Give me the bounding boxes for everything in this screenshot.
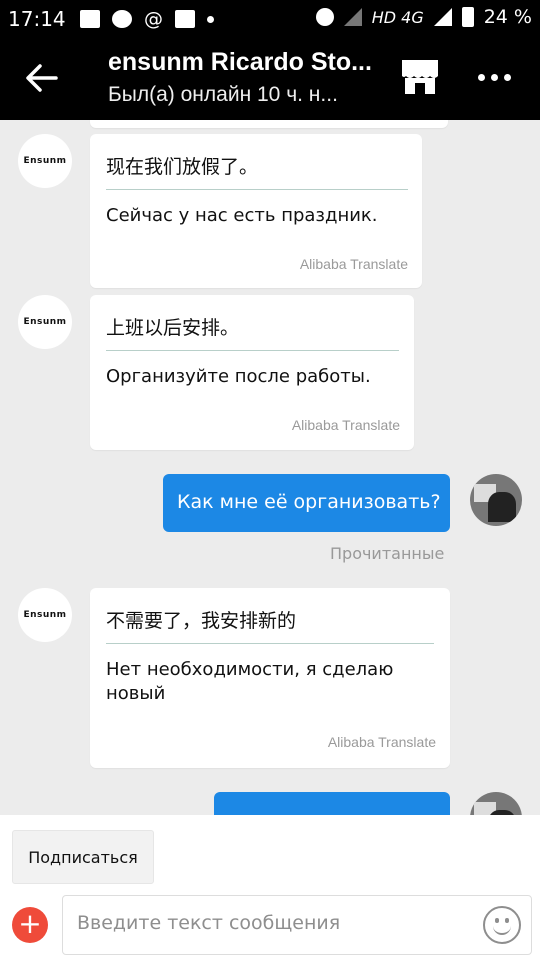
message-translation: Нет необходимости, я сделаю новый: [106, 659, 394, 704]
chat-title-block[interactable]: ensunm Ricardo Sto... Был(а) онлайн 10 ч…: [108, 48, 378, 107]
incoming-message[interactable]: 上班以后安排。 Организуйте после работы. Alibab…: [90, 295, 414, 450]
message-bubble-partial: [90, 120, 448, 128]
translate-tag: Alibaba Translate: [327, 734, 436, 750]
message-original: 上班以后安排。: [106, 317, 240, 339]
more-options-icon[interactable]: [478, 74, 511, 81]
at-icon: @: [144, 8, 163, 30]
outgoing-message[interactable]: Как мне её организовать?: [163, 474, 450, 532]
seller-logo: Ensunm: [23, 609, 67, 620]
user-avatar[interactable]: [470, 792, 522, 815]
notification-icons: @: [80, 8, 214, 30]
system-icons: HD 4G 24 %: [315, 6, 532, 28]
status-time: 17:14: [8, 7, 66, 31]
message-input-placeholder: Введите текст сообщения: [77, 912, 341, 934]
battery-icon: [461, 7, 474, 27]
composer-area: Подписаться + Введите текст сообщения: [0, 815, 540, 960]
emblem-icon: [112, 10, 132, 28]
message-translation: Сейчас у нас есть праздник.: [106, 205, 378, 226]
outgoing-text: Как мне её организовать?: [177, 491, 441, 513]
back-arrow-icon[interactable]: [24, 60, 60, 96]
read-status: Прочитанные: [330, 544, 445, 563]
translation-divider: [106, 350, 399, 351]
qr-icon: [175, 10, 195, 28]
store-icon[interactable]: [400, 58, 440, 96]
message-original: 现在我们放假了。: [106, 156, 259, 178]
seller-avatar[interactable]: Ensunm: [18, 588, 72, 642]
network-type: HD 4G: [371, 7, 424, 27]
user-avatar[interactable]: [470, 474, 522, 526]
translate-tag: Alibaba Translate: [299, 256, 408, 272]
signal-icon-2: [433, 8, 452, 26]
gallery-icon: [80, 10, 100, 28]
chat-title: ensunm Ricardo Sto...: [108, 48, 372, 76]
add-attachment-icon[interactable]: +: [12, 907, 48, 943]
outgoing-message-partial[interactable]: [214, 792, 450, 815]
chat-messages[interactable]: Ensunm 现在我们放假了。 Сейчас у нас есть праздн…: [0, 120, 540, 815]
incoming-message[interactable]: 不需要了，我安排新的 Нет необходимости, я сделаю н…: [90, 588, 450, 768]
seller-logo: Ensunm: [23, 316, 67, 327]
message-translation: Организуйте после работы.: [106, 366, 371, 387]
incoming-message[interactable]: 现在我们放假了。 Сейчас у нас есть праздник. Ali…: [90, 134, 422, 288]
seller-logo: Ensunm: [23, 155, 67, 166]
message-input[interactable]: Введите текст сообщения: [62, 895, 532, 955]
signal-icon-1: [343, 8, 362, 26]
battery-level: 24 %: [483, 6, 532, 28]
status-bar: 17:14 @ HD 4G 24 %: [0, 0, 540, 36]
chat-header: ensunm Ricardo Sto... Был(а) онлайн 10 ч…: [0, 36, 540, 120]
translation-divider: [106, 189, 408, 190]
subscribe-button[interactable]: Подписаться: [12, 830, 154, 884]
message-original: 不需要了，我安排新的: [106, 610, 297, 632]
more-notifications-icon: [207, 15, 214, 23]
alarm-icon: [315, 8, 334, 26]
emoji-icon[interactable]: [483, 906, 521, 944]
seller-avatar[interactable]: Ensunm: [18, 134, 72, 188]
translation-divider: [106, 643, 434, 644]
seller-avatar[interactable]: Ensunm: [18, 295, 72, 349]
last-seen-status: Был(а) онлайн 10 ч. н...: [108, 83, 338, 106]
translate-tag: Alibaba Translate: [291, 417, 400, 433]
